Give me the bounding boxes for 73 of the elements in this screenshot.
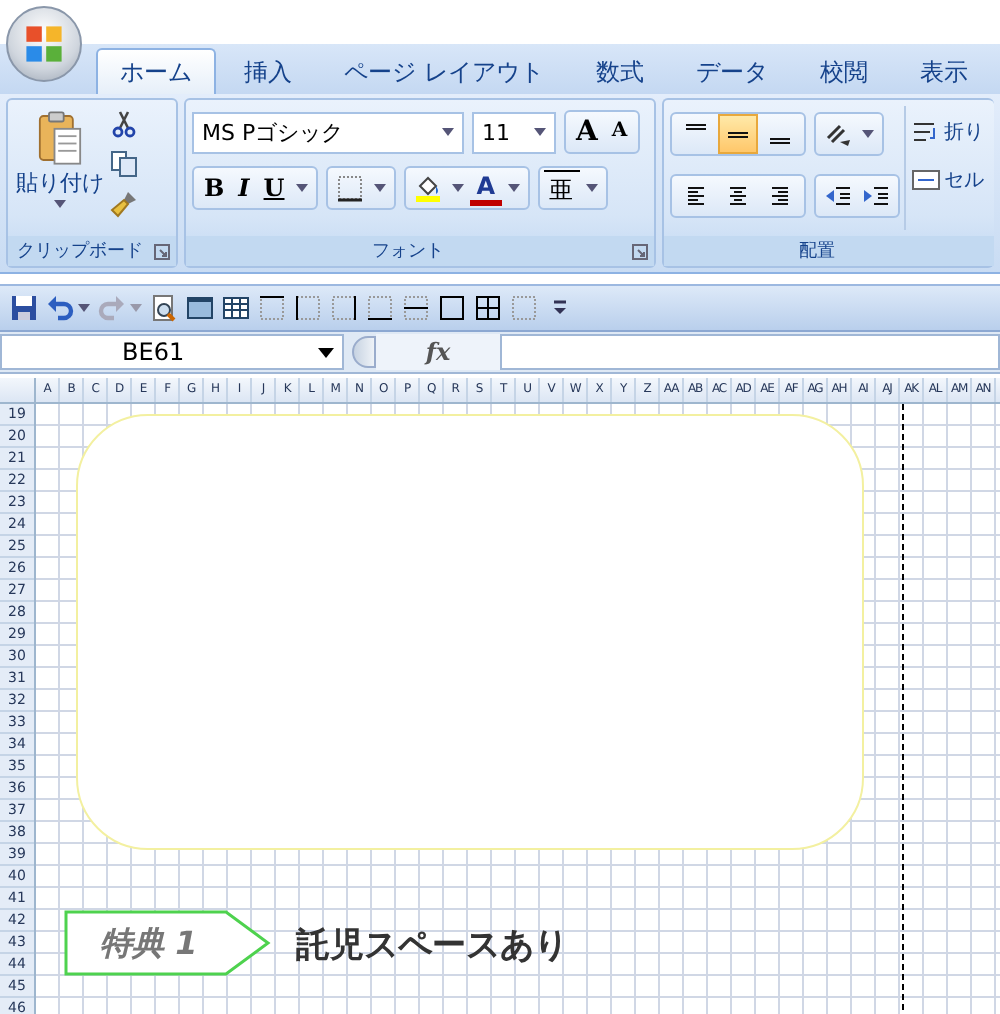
resize-handle[interactable] (352, 336, 376, 368)
ribbon-tab[interactable]: データ (671, 48, 792, 94)
border-icon[interactable] (258, 294, 286, 322)
redo-icon (98, 294, 126, 322)
group-label: クリップボード (17, 238, 143, 264)
ribbon-tab[interactable]: 表示 (895, 48, 992, 94)
border-icon[interactable] (294, 294, 322, 322)
ribbon-tab[interactable]: ホーム (96, 48, 216, 94)
border-icon[interactable] (474, 294, 502, 322)
caret-icon[interactable] (296, 184, 309, 192)
brush-icon[interactable] (110, 190, 138, 218)
dialog-launcher-icon[interactable] (154, 244, 170, 260)
caret-icon[interactable] (78, 304, 90, 312)
caret-icon[interactable] (862, 130, 874, 138)
caret-icon (130, 304, 142, 312)
copy-icon[interactable] (110, 150, 138, 178)
undo-icon[interactable] (46, 294, 74, 322)
insert-function-button[interactable]: fx (376, 334, 500, 370)
caret-icon[interactable] (452, 184, 465, 192)
vertical-align-icon (726, 131, 750, 137)
group-label: フォント (372, 240, 444, 264)
save-icon[interactable] (10, 294, 38, 322)
horizontal-align-icon (768, 182, 792, 210)
ribbon-tab[interactable]: 数式 (571, 48, 668, 94)
caret-icon (442, 128, 454, 136)
office-logo-icon (22, 22, 66, 66)
feature-text: 託児スペースあり (296, 924, 568, 968)
merge-cells-icon (912, 166, 940, 194)
caret-icon[interactable] (374, 184, 387, 192)
caret-icon (318, 347, 334, 357)
caret-icon[interactable] (585, 184, 598, 192)
shape-label: 特典 1 (100, 924, 198, 966)
fill-bucket-icon[interactable] (414, 174, 443, 202)
wrap-text-icon (912, 118, 940, 146)
print-preview-icon[interactable] (150, 294, 178, 322)
scissors-icon[interactable] (110, 110, 138, 138)
vertical-align-icon (684, 124, 708, 130)
name-box[interactable]: BE61 (0, 334, 344, 370)
vertical-align-button[interactable] (718, 114, 758, 154)
office-button[interactable] (6, 6, 82, 82)
orientation-icon[interactable] (824, 120, 852, 148)
italic-button[interactable]: I (232, 168, 256, 208)
underline-button[interactable]: U (257, 168, 291, 208)
ribbon-tab[interactable]: 挿入 (220, 48, 316, 94)
shrink-font-button[interactable]: A (605, 112, 634, 152)
caret-icon[interactable] (507, 184, 520, 192)
grow-font-button[interactable]: A (570, 112, 604, 152)
border-icon[interactable] (336, 174, 365, 202)
border-icon[interactable] (330, 294, 358, 322)
merge-cells-button[interactable]: セル (912, 166, 984, 194)
border-icon[interactable] (366, 294, 394, 322)
font-size-field[interactable]: 11 (472, 111, 556, 153)
formula-field[interactable] (500, 334, 1000, 370)
clipboard-icon (38, 110, 82, 166)
table-icon[interactable] (222, 294, 250, 322)
dialog-launcher-icon[interactable] (632, 244, 648, 260)
caret-icon (534, 128, 546, 136)
caret-icon (54, 200, 66, 208)
decrease-indent-icon[interactable] (824, 182, 852, 210)
paste-button[interactable]: 貼り付け (14, 106, 106, 230)
increase-indent-icon[interactable] (862, 182, 890, 210)
vertical-align-icon (768, 138, 792, 144)
ribbon-tab[interactable]: 校閲 (795, 48, 892, 94)
horizontal-align-icon (726, 182, 750, 210)
border-icon[interactable] (438, 294, 466, 322)
border-icon[interactable] (402, 294, 430, 322)
font-name-field[interactable]: MS Pゴシック (192, 111, 464, 153)
ribbon-tab[interactable]: ページ レイアウト (320, 48, 568, 94)
wrap-text-button[interactable]: 折り (912, 118, 984, 146)
horizontal-align-icon (684, 182, 708, 210)
group-label: 配置 (799, 239, 835, 264)
window-icon[interactable] (186, 294, 214, 322)
bold-button[interactable]: B (198, 168, 231, 208)
